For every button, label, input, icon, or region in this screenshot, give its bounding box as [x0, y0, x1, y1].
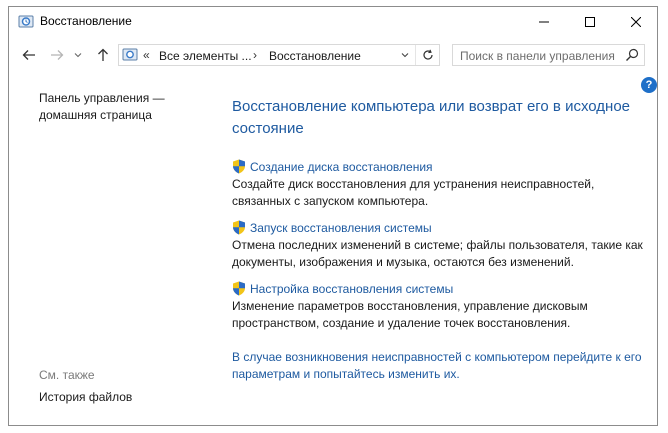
title-bar[interactable]: Восстановление — [9, 7, 657, 37]
breadcrumb-overflow[interactable]: « — [143, 48, 150, 62]
page-title: Восстановление компьютера или возврат ег… — [232, 98, 631, 137]
create-recovery-drive-description: Создайте диск восстановления для устране… — [232, 177, 595, 208]
create-recovery-drive-link[interactable]: Создание диска восстановления — [232, 159, 433, 174]
close-button[interactable] — [613, 7, 659, 37]
back-button[interactable] — [19, 45, 39, 65]
close-icon — [631, 17, 641, 27]
control-panel-home-link[interactable]: Панель управления — домашняя страница — [39, 90, 189, 124]
chevron-down-icon — [401, 53, 409, 58]
uac-shield-icon — [233, 159, 245, 174]
configure-system-restore-label: Настройка восстановления системы — [250, 281, 454, 296]
create-recovery-drive-label: Создание диска восстановления — [250, 159, 433, 174]
open-system-restore-link[interactable]: Запуск восстановления системы — [232, 220, 432, 235]
minimize-button[interactable] — [521, 7, 567, 37]
breadcrumb-recovery[interactable]: Восстановление — [269, 49, 361, 63]
uac-shield-icon — [233, 220, 245, 235]
breadcrumb-all-items[interactable]: Все элементы ... — [159, 49, 252, 63]
navigation-bar: « Все элементы ... › Восстановление Поис… — [9, 39, 657, 71]
configure-system-restore-link[interactable]: Настройка восстановления системы — [232, 281, 453, 296]
search-input[interactable]: Поиск в панели управления — [452, 44, 645, 66]
uac-shield-icon — [233, 281, 245, 296]
search-icon[interactable] — [625, 48, 639, 62]
reset-pc-link[interactable]: В случае возникновения неисправностей с … — [232, 349, 652, 383]
up-button[interactable] — [93, 45, 113, 65]
refresh-button[interactable] — [415, 45, 440, 65]
breadcrumb-separator[interactable]: › — [253, 48, 257, 62]
window-title: Восстановление — [40, 14, 132, 28]
refresh-icon — [423, 49, 433, 60]
recovery-app-icon — [18, 15, 34, 28]
open-system-restore-label: Запуск восстановления системы — [250, 220, 432, 235]
maximize-icon — [585, 17, 595, 27]
see-also-label: См. также — [39, 368, 95, 382]
arrow-left-icon — [22, 50, 35, 60]
maximize-button[interactable] — [567, 7, 613, 37]
control-panel-icon — [122, 48, 138, 61]
forward-button[interactable] — [47, 45, 67, 65]
configure-system-restore-description: Изменение параметров восстановления, упр… — [232, 299, 588, 330]
recent-locations-button[interactable] — [71, 45, 85, 65]
search-placeholder: Поиск в панели управления — [460, 49, 615, 63]
minimize-icon — [539, 21, 549, 23]
address-dropdown-button[interactable] — [397, 45, 413, 65]
chevron-down-icon — [74, 53, 82, 58]
help-icon[interactable]: ? — [641, 77, 657, 93]
address-bar[interactable]: « Все элементы ... › Восстановление — [118, 44, 440, 66]
arrow-up-icon — [98, 48, 108, 61]
open-system-restore-description: Отмена последних изменений в системе; фа… — [232, 238, 643, 269]
recovery-window: Восстановление « Все элементы ... › Восс… — [8, 6, 658, 426]
file-history-link[interactable]: История файлов — [39, 390, 132, 404]
arrow-right-icon — [51, 50, 64, 60]
